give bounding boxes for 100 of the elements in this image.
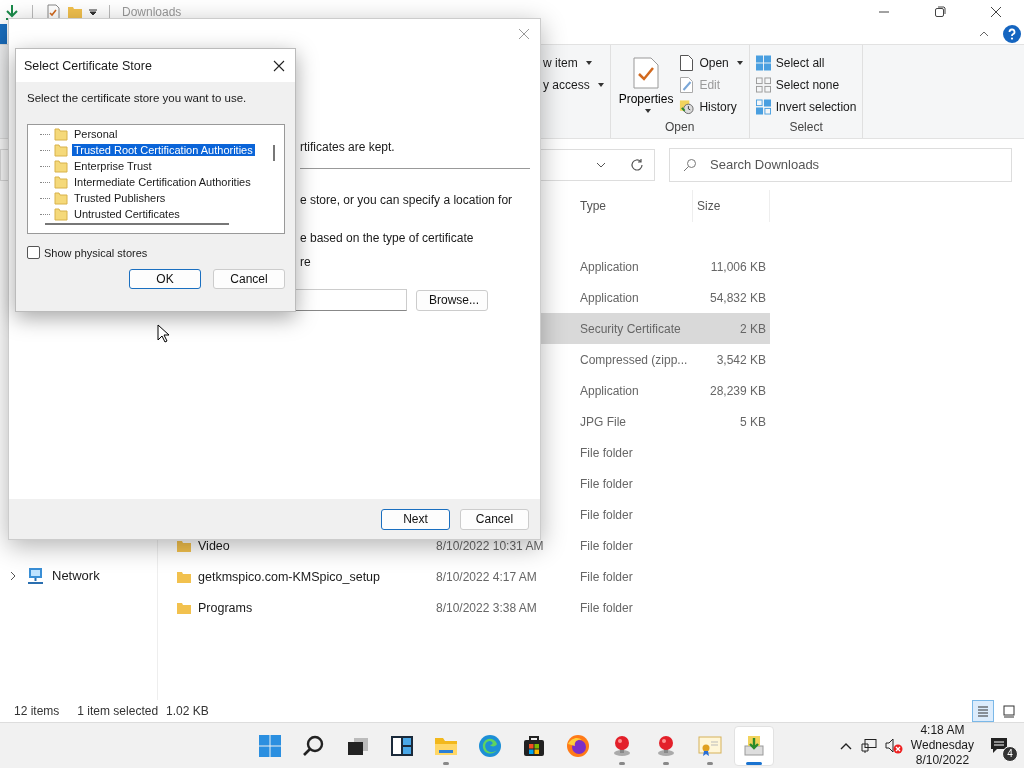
- ribbon-item[interactable]: Open: [679, 55, 743, 71]
- installer-icon: [742, 734, 766, 758]
- search-field[interactable]: Search Downloads: [669, 147, 1012, 182]
- file-row[interactable]: Video 8/10/2022 10:31 AM File folder: [158, 530, 770, 561]
- ribbon-item[interactable]: Select none: [755, 77, 857, 93]
- folder-icon: [54, 127, 68, 141]
- cancel-button[interactable]: Cancel: [213, 269, 285, 289]
- network-icon: [26, 566, 44, 585]
- file-type: Security Certificate: [580, 321, 681, 336]
- close-icon[interactable]: [273, 59, 285, 72]
- tree-item[interactable]: Enterprise Trust: [72, 160, 154, 172]
- group-label: Open: [664, 120, 696, 136]
- file-type: Application: [580, 290, 639, 305]
- column-header[interactable]: Type: [576, 190, 693, 222]
- ribbon-item[interactable]: Select all: [755, 55, 857, 71]
- ribbon-item[interactable]: Invert selection: [755, 99, 857, 115]
- tile-icon: [1002, 704, 1016, 718]
- browser-icon: [566, 734, 590, 758]
- cancel-button[interactable]: Cancel: [460, 508, 529, 530]
- next-button[interactable]: Next: [381, 508, 450, 530]
- scrollbar-thumb[interactable]: [45, 223, 229, 225]
- caret-icon[interactable]: [597, 83, 604, 87]
- tree-item[interactable]: Intermediate Certification Authorities: [72, 176, 253, 188]
- download-icon[interactable]: [4, 4, 20, 20]
- file-type: File folder: [580, 600, 633, 615]
- shopping-bag-icon: [522, 734, 546, 758]
- selection-size: 1.02 KB: [166, 704, 209, 718]
- sidebar-item[interactable]: Network: [0, 560, 157, 591]
- close-icon[interactable]: [990, 6, 1002, 18]
- file-type: File folder: [580, 445, 633, 460]
- group-label: Select: [788, 120, 824, 136]
- description-text: rtificates are kept.: [300, 140, 395, 154]
- browser-icon: [478, 734, 502, 758]
- folder-icon: [54, 143, 68, 157]
- refresh-icon[interactable]: [630, 157, 644, 172]
- file-row[interactable]: getkmspico.com-KMSpico_setup 8/10/2022 4:17 AM File folder: [158, 561, 770, 592]
- properties-icon: [633, 57, 660, 89]
- file-size: 54,832 KB: [709, 290, 766, 305]
- notification-badge: 4: [1002, 745, 1018, 762]
- edit-page-icon: [679, 77, 695, 93]
- file-type: File folder: [580, 569, 633, 584]
- tree-item[interactable]: Personal: [72, 128, 120, 140]
- select-none-icon: [755, 77, 771, 93]
- chevron-right-icon[interactable]: [8, 570, 18, 581]
- file-type: Application: [580, 259, 639, 274]
- modified-date: 8/10/2022 4:17 AM: [436, 569, 537, 584]
- clock-time: 4:18 AM: [920, 723, 965, 738]
- ribbon-item[interactable]: w item: [543, 55, 604, 71]
- scrollbar-thumb[interactable]: [273, 145, 275, 161]
- search-icon: [302, 734, 326, 758]
- maximize-icon[interactable]: [934, 6, 946, 18]
- file-size: 2 KB: [740, 321, 766, 336]
- caret-icon[interactable]: [89, 8, 97, 16]
- caret-icon: [644, 109, 651, 113]
- clock-date: 8/10/2022: [915, 753, 970, 768]
- file-size: 3,542 KB: [716, 352, 766, 367]
- tree-item[interactable]: Trusted Publishers: [72, 192, 168, 204]
- collapse-ribbon-icon[interactable]: [979, 29, 989, 39]
- folder-icon: [54, 175, 68, 189]
- option-text: re: [300, 255, 311, 269]
- tree-item[interactable]: Untrusted Certificates: [72, 208, 182, 220]
- properties-icon[interactable]: [45, 4, 61, 20]
- file-size: 11,006 KB: [710, 259, 766, 274]
- folder-icon: [54, 207, 68, 221]
- clock-day: Wednesday: [910, 738, 974, 753]
- mouse-cursor-icon: [157, 324, 169, 343]
- caret-icon[interactable]: [585, 61, 592, 65]
- properties-button[interactable]: Properties: [616, 49, 676, 120]
- file-name: Programs: [198, 600, 253, 615]
- item-count: 12 items: [14, 704, 60, 718]
- column-header[interactable]: Size: [693, 190, 770, 222]
- file-type: File folder: [580, 538, 633, 553]
- file-type: Application: [580, 383, 639, 398]
- view-button[interactable]: [972, 700, 994, 722]
- invert-selection-icon: [755, 99, 771, 115]
- ribbon-item[interactable]: y access: [543, 77, 604, 93]
- network-icon[interactable]: [860, 737, 877, 754]
- list-icon: [976, 704, 990, 718]
- file-type: Compressed (zipp...: [580, 352, 688, 367]
- file-row[interactable]: Programs 8/10/2022 3:38 AM File folder: [158, 592, 770, 623]
- checkbox-label: Show physical stores: [44, 246, 148, 259]
- page-icon: [679, 55, 695, 71]
- help-icon[interactable]: [1003, 25, 1021, 43]
- checkbox[interactable]: [27, 246, 40, 259]
- modified-date: 8/10/2022 3:38 AM: [436, 600, 537, 615]
- select-all-icon: [755, 55, 771, 71]
- dialog-title: Select Certificate Store: [24, 58, 152, 73]
- tree-item[interactable]: Trusted Root Certification Authorities: [72, 144, 255, 156]
- file-name: Video: [198, 538, 230, 553]
- ok-button[interactable]: OK: [129, 269, 201, 289]
- ribbon-item[interactable]: History: [679, 99, 743, 115]
- browse-button[interactable]: Browse...: [416, 289, 488, 311]
- file-type: JPG File: [580, 414, 626, 429]
- clock[interactable]: 4:18 AM Wednesday 8/10/2022: [910, 723, 974, 768]
- widgets-icon: [390, 734, 414, 758]
- selection-info: 1 item selected: [77, 704, 159, 718]
- volume-muted-icon[interactable]: [884, 736, 903, 755]
- folder-icon: [54, 159, 68, 173]
- notification-icon[interactable]: [990, 736, 1008, 755]
- certificate-icon: [698, 734, 722, 758]
